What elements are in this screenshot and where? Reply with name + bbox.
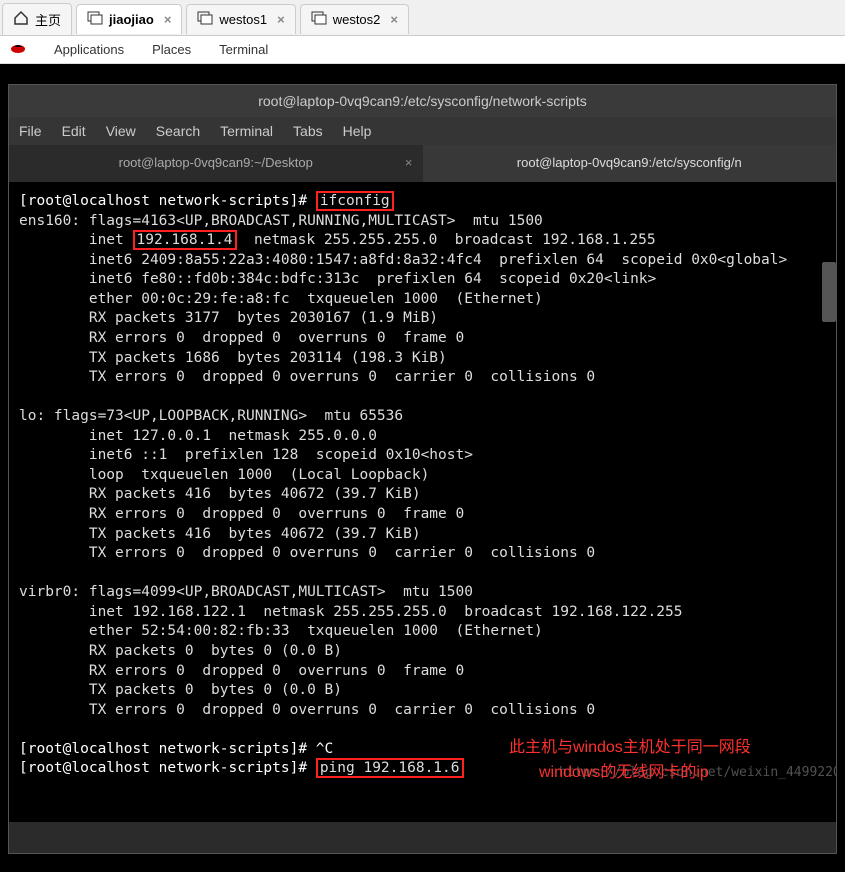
output-line: RX packets 3177 bytes 2030167 (1.9 MiB) <box>19 310 438 326</box>
output-line: inet 127.0.0.1 netmask 255.0.0.0 <box>19 428 377 444</box>
terminal-menubar: File Edit View Search Terminal Tabs Help <box>9 117 836 145</box>
output-line: lo: flags=73<UP,LOOPBACK,RUNNING> mtu 65… <box>19 408 403 424</box>
terminal-output[interactable]: [root@localhost network-scripts]# ifconf… <box>9 182 836 822</box>
output-line: netmask 255.255.255.0 broadcast 192.168.… <box>237 232 656 248</box>
output-line: inet6 ::1 prefixlen 128 scopeid 0x10<hos… <box>19 447 473 463</box>
vm-icon <box>87 11 103 28</box>
close-icon[interactable]: × <box>390 12 398 27</box>
vm-tab-westos1[interactable]: westos1 × <box>186 4 295 34</box>
output-line: ether 52:54:00:82:fb:33 txqueuelen 1000 … <box>19 623 543 639</box>
output-line: RX packets 416 bytes 40672 (39.7 KiB) <box>19 486 421 502</box>
shell-prompt: [root@localhost network-scripts]# <box>19 193 316 209</box>
output-line: RX packets 0 bytes 0 (0.0 B) <box>19 643 342 659</box>
terminal-tab-desktop[interactable]: root@laptop-0vq9can9:~/Desktop × <box>9 145 423 182</box>
tab-label: root@laptop-0vq9can9:/etc/sysconfig/n <box>517 155 742 170</box>
vm-tab-bar: 主页 jiaojiao × westos1 × westos2 × <box>0 0 845 36</box>
output-line: TX errors 0 dropped 0 overruns 0 carrier… <box>19 702 595 718</box>
shell-prompt: [root@localhost network-scripts]# ^C <box>19 741 333 757</box>
output-line: inet 192.168.122.1 netmask 255.255.255.0… <box>19 604 682 620</box>
tab-label: 主页 <box>35 10 61 29</box>
vm-tab-westos2[interactable]: westos2 × <box>300 4 409 34</box>
output-line: TX errors 0 dropped 0 overruns 0 carrier… <box>19 369 595 385</box>
menu-applications[interactable]: Applications <box>54 42 124 57</box>
output-line: RX errors 0 dropped 0 overruns 0 frame 0 <box>19 330 464 346</box>
vm-icon <box>311 11 327 28</box>
output-line: loop txqueuelen 1000 (Local Loopback) <box>19 467 429 483</box>
tab-label: westos1 <box>219 12 267 27</box>
menu-tabs[interactable]: Tabs <box>293 123 323 139</box>
highlighted-command: ifconfig <box>316 191 394 211</box>
desktop-background: root@laptop-0vq9can9:/etc/sysconfig/netw… <box>0 64 845 872</box>
shell-prompt: [root@localhost network-scripts]# <box>19 760 316 776</box>
output-line: ether 00:0c:29:fe:a8:fc txqueuelen 1000 … <box>19 291 543 307</box>
close-icon[interactable]: × <box>164 12 172 27</box>
gnome-top-bar: Applications Places Terminal <box>0 36 845 64</box>
highlighted-command: ping 192.168.1.6 <box>316 758 464 778</box>
close-icon[interactable]: × <box>405 155 413 170</box>
tab-label: westos2 <box>333 12 381 27</box>
vm-tab-jiaojiao[interactable]: jiaojiao × <box>76 4 182 34</box>
menu-search[interactable]: Search <box>156 123 200 139</box>
tab-label: jiaojiao <box>109 12 154 27</box>
output-line: TX errors 0 dropped 0 overruns 0 carrier… <box>19 545 595 561</box>
output-line: RX errors 0 dropped 0 overruns 0 frame 0 <box>19 663 464 679</box>
terminal-tabs: root@laptop-0vq9can9:~/Desktop × root@la… <box>9 145 836 182</box>
annotation-text: windows的无线网卡的ip <box>539 762 709 784</box>
vm-icon <box>197 11 213 28</box>
output-line: TX packets 416 bytes 40672 (39.7 KiB) <box>19 526 421 542</box>
menu-file[interactable]: File <box>19 123 42 139</box>
tab-label: root@laptop-0vq9can9:~/Desktop <box>119 155 313 170</box>
menu-view[interactable]: View <box>106 123 136 139</box>
output-line: inet6 2409:8a55:22a3:4080:1547:a8fd:8a32… <box>19 252 787 268</box>
output-line: TX packets 0 bytes 0 (0.0 B) <box>19 682 342 698</box>
home-tab[interactable]: 主页 <box>2 3 72 35</box>
output-line: inet <box>19 232 133 248</box>
terminal-tab-sysconfig[interactable]: root@laptop-0vq9can9:/etc/sysconfig/n <box>423 145 837 182</box>
output-line: inet6 fe80::fd0b:384c:bdfc:313c prefixle… <box>19 271 656 287</box>
menu-places[interactable]: Places <box>152 42 191 57</box>
scrollbar-thumb[interactable] <box>822 262 836 322</box>
terminal-window: root@laptop-0vq9can9:/etc/sysconfig/netw… <box>8 84 837 854</box>
output-line: RX errors 0 dropped 0 overruns 0 frame 0 <box>19 506 464 522</box>
redhat-icon <box>10 41 26 58</box>
output-line: virbr0: flags=4099<UP,BROADCAST,MULTICAS… <box>19 584 473 600</box>
output-line: ens160: flags=4163<UP,BROADCAST,RUNNING,… <box>19 213 543 229</box>
home-icon <box>13 10 29 29</box>
highlighted-ip: 192.168.1.4 <box>133 230 237 250</box>
menu-edit[interactable]: Edit <box>62 123 86 139</box>
window-titlebar[interactable]: root@laptop-0vq9can9:/etc/sysconfig/netw… <box>9 85 836 117</box>
annotation-text: 此主机与windos主机处于同一网段 <box>509 737 751 759</box>
close-icon[interactable]: × <box>277 12 285 27</box>
menu-terminal[interactable]: Terminal <box>219 42 268 57</box>
output-line: TX packets 1686 bytes 203114 (198.3 KiB) <box>19 350 447 366</box>
menu-terminal[interactable]: Terminal <box>220 123 273 139</box>
menu-help[interactable]: Help <box>343 123 372 139</box>
